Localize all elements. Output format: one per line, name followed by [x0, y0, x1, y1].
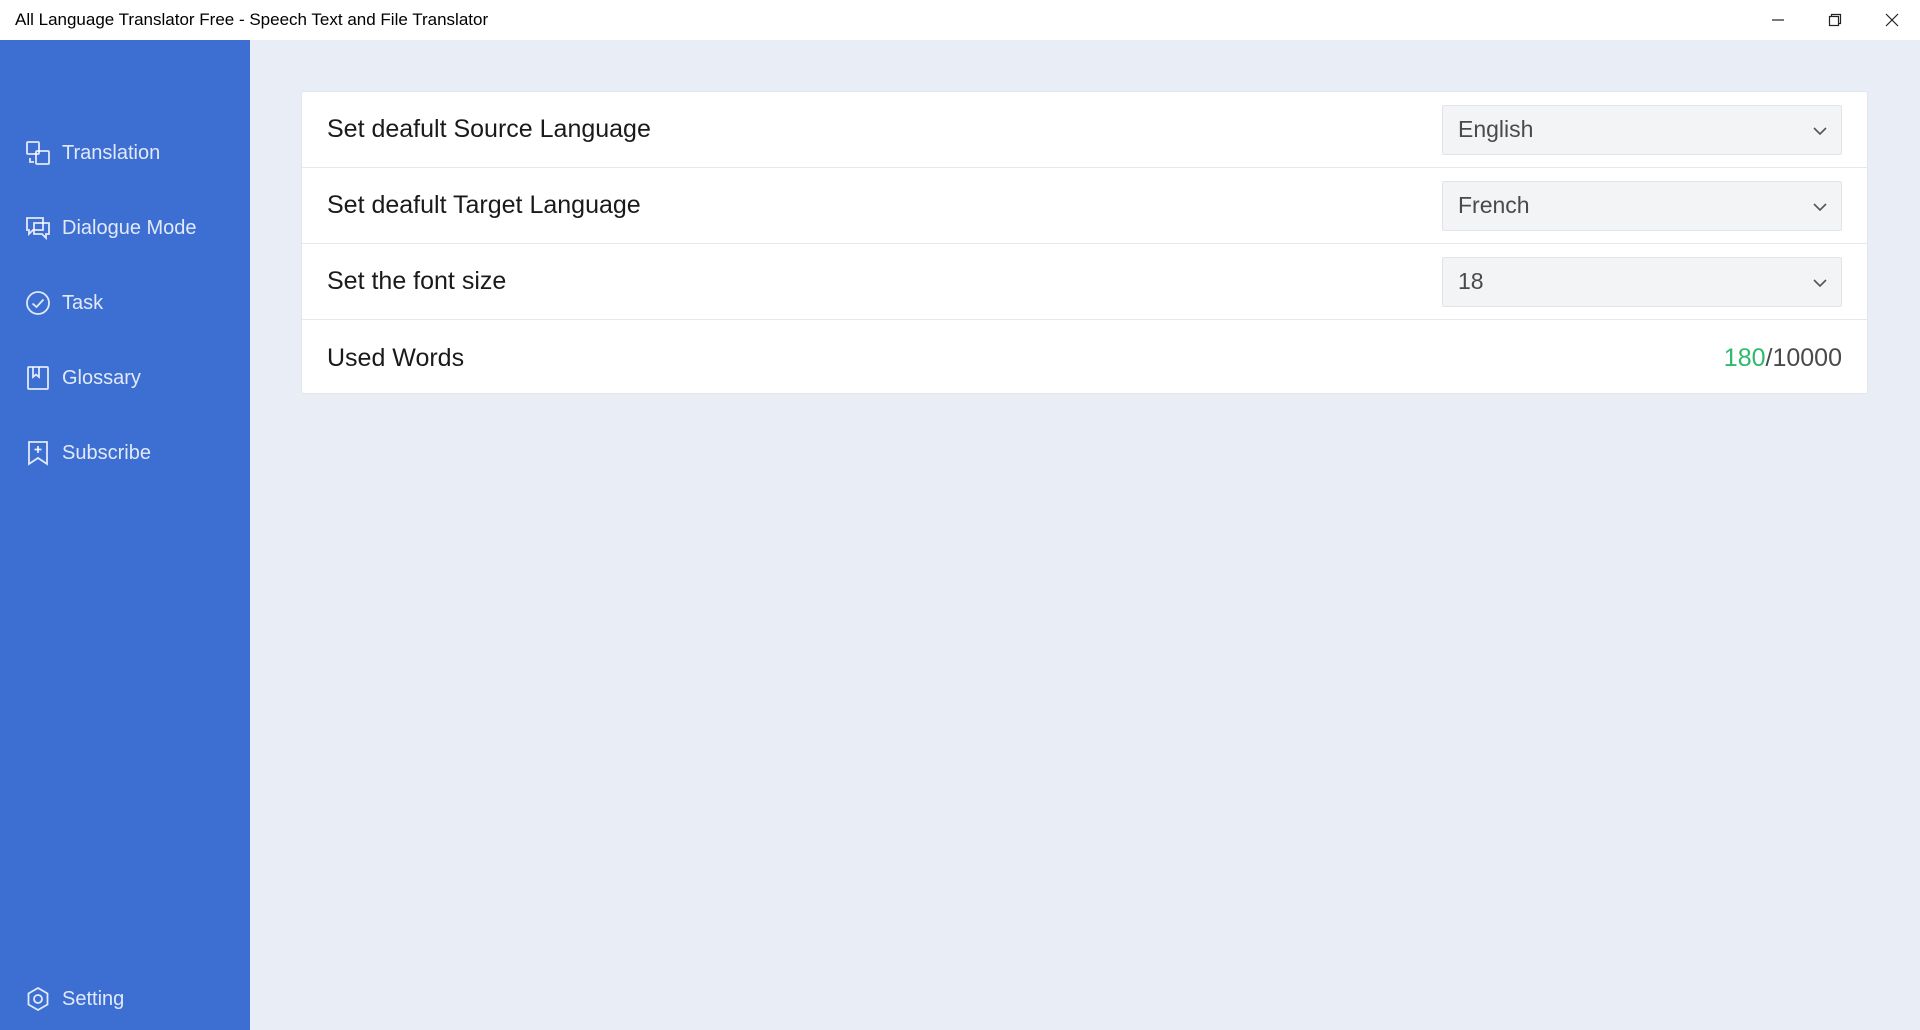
- dialogue-icon: [24, 215, 51, 242]
- chevron-down-icon: [1813, 278, 1827, 287]
- check-circle-icon: [24, 290, 51, 317]
- subscribe-icon: [24, 440, 51, 467]
- sidebar-item-task[interactable]: Task: [0, 276, 250, 330]
- font-size-label: Set the font size: [327, 267, 507, 295]
- sidebar-item-glossary[interactable]: Glossary: [0, 351, 250, 405]
- sidebar-item-label: Dialogue Mode: [62, 216, 197, 239]
- sidebar-item-translation[interactable]: Translation: [0, 126, 250, 180]
- restore-icon: [1828, 13, 1841, 27]
- used-words-value: 180/10000: [1724, 344, 1842, 373]
- chevron-down-icon: [1813, 126, 1827, 135]
- minimize-icon: [1771, 19, 1784, 21]
- source-language-row: Set deafult Source Language English: [302, 92, 1867, 168]
- translate-icon: [24, 140, 51, 167]
- settings-card: Set deafult Source Language English Set …: [301, 91, 1868, 394]
- window-controls: [1749, 0, 1920, 40]
- close-button[interactable]: [1863, 0, 1920, 40]
- main-content: Set deafult Source Language English Set …: [250, 40, 1920, 1030]
- sidebar-item-dialogue-mode[interactable]: Dialogue Mode: [0, 201, 250, 255]
- sidebar-item-label: Setting: [62, 987, 125, 1010]
- title-bar: All Language Translator Free - Speech Te…: [0, 0, 1920, 40]
- bookmark-icon: [24, 365, 51, 392]
- sidebar: Translation Dialogue Mode Task Glossary …: [0, 40, 250, 1030]
- source-language-value: English: [1458, 116, 1534, 142]
- used-words-label: Used Words: [327, 343, 465, 372]
- sidebar-item-subscribe[interactable]: Subscribe: [0, 426, 250, 480]
- minimize-button[interactable]: [1749, 0, 1806, 40]
- used-words-total: 10000: [1772, 343, 1842, 372]
- sidebar-item-label: Subscribe: [62, 441, 151, 464]
- app-title: All Language Translator Free - Speech Te…: [15, 10, 489, 29]
- target-language-value: French: [1458, 192, 1530, 218]
- source-language-select[interactable]: English: [1442, 104, 1842, 155]
- sidebar-item-setting[interactable]: Setting: [0, 972, 250, 1026]
- sidebar-item-label: Glossary: [62, 366, 141, 389]
- close-icon: [1885, 13, 1898, 27]
- sidebar-item-label: Translation: [62, 141, 161, 164]
- font-size-value: 18: [1458, 268, 1484, 294]
- target-language-row: Set deafult Target Language French: [302, 168, 1867, 244]
- sidebar-item-label: Task: [62, 291, 104, 314]
- font-size-select[interactable]: 18: [1442, 256, 1842, 307]
- used-words-count: 180: [1723, 343, 1766, 372]
- target-language-label: Set deafult Target Language: [327, 191, 641, 219]
- restore-button[interactable]: [1806, 0, 1863, 40]
- gear-icon: [24, 986, 51, 1013]
- target-language-select[interactable]: French: [1442, 180, 1842, 231]
- used-words-row: Used Words 180/10000: [302, 320, 1867, 396]
- font-size-row: Set the font size 18: [302, 244, 1867, 320]
- source-language-label: Set deafult Source Language: [327, 115, 651, 143]
- chevron-down-icon: [1813, 202, 1827, 211]
